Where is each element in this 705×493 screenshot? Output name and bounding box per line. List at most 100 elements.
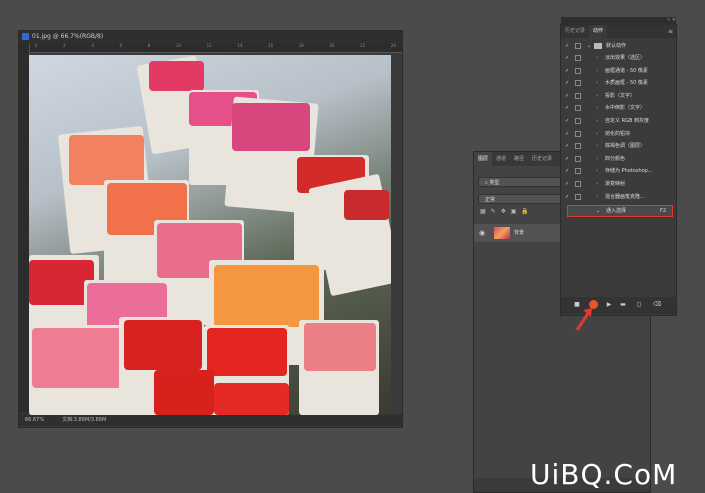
ruler-tick-label: 8 [147,43,151,48]
chevron-down-icon[interactable]: ⌄ [587,41,591,52]
dialog-toggle-icon[interactable] [575,155,581,162]
bouquet [344,190,389,220]
tab-channels[interactable]: 通道 [492,152,510,166]
ruler-tick-label: 10 [175,43,181,48]
bouquet [232,103,310,151]
tab-history[interactable]: 历史记录 [561,25,589,38]
ruler-tick-label: 4 [91,43,94,48]
action-item[interactable]: ✓ › 四分颜色 [561,154,676,165]
dialog-toggle-icon[interactable] [575,130,581,137]
action-item[interactable]: ✓ › 淡出效果（选区） [561,53,676,64]
chevron-right-icon[interactable]: › [596,78,598,89]
new-action-button[interactable]: ◻ [635,301,643,309]
play-button[interactable]: ▶ [605,301,613,309]
action-item[interactable]: ✓ › 混合器画笔克隆... [561,192,676,203]
dialog-toggle-icon[interactable] [575,92,581,99]
layer-name[interactable]: 背景 [514,224,524,242]
check-icon[interactable]: ✓ [565,55,570,61]
chevron-right-icon[interactable]: › [596,53,598,64]
check-icon[interactable]: ✓ [565,194,570,200]
bouquet [214,265,319,327]
dialog-toggle-icon[interactable] [575,80,581,87]
ruler-tick-label: 2 [63,43,66,48]
check-icon[interactable]: ✓ [565,80,570,86]
chevron-right-icon[interactable]: › [596,179,598,190]
check-icon[interactable]: ✓ [565,168,570,174]
tab-paths[interactable]: 路径 [510,152,528,166]
chevron-down-icon[interactable]: ⌄ [596,206,600,216]
dialog-toggle-icon[interactable] [575,67,581,74]
action-item-label: 自定义 RGB 到灰度 [605,118,649,124]
action-item[interactable]: ✓ › 熔化的铅块 [561,129,676,140]
check-icon[interactable]: ✓ [565,105,570,111]
panel-collapse-strip[interactable]: « ✕ [561,17,676,25]
document-size: 文档:3.86M/3.86M [62,417,107,423]
tab-actions[interactable]: 动作 [589,25,608,38]
actions-panel[interactable]: « ✕ 历史记录 动作 ≡ ✓ ⌄ 默认动作 ✓ › 淡出效果（选区） ✓ › 画框通道 -… [560,17,677,316]
action-item[interactable]: ✓ › 自定义 RGB 到灰度 [561,116,676,127]
folder-icon [594,43,602,49]
action-item[interactable]: ✓ › 水中倒影（文字） [561,103,676,114]
ruler-tick-label: 24 [390,43,396,48]
chevron-right-icon[interactable]: › [596,129,598,140]
ruler-tick-label: 22 [360,43,366,48]
chevron-right-icon[interactable]: › [596,91,598,102]
action-item[interactable]: ✓ › 渐变映射 [561,179,676,190]
chevron-right-icon[interactable]: › [596,103,598,114]
action-set-row[interactable]: ✓ ⌄ 默认动作 [561,41,676,52]
chevron-right-icon[interactable]: › [596,116,598,127]
search-icon: ⌕ [485,180,488,186]
document-tab[interactable]: 01.jpg @ 66.7%(RGB/8) [19,31,402,43]
action-item[interactable]: ✓ › 存储为 Photoshop... [561,166,676,177]
action-item[interactable]: ✓ › 木质画框 - 50 像素 [561,78,676,89]
tab-history[interactable]: 历史记录 [528,152,556,166]
chevron-right-icon[interactable]: › [596,166,598,177]
dialog-toggle-icon[interactable] [575,55,581,61]
dialog-toggle-icon[interactable] [575,118,581,124]
check-icon[interactable]: ✓ [565,143,570,149]
action-selected-row[interactable]: ⌄ 通入选择 F2 [567,205,673,217]
layer-thumbnail[interactable] [494,227,510,239]
dialog-toggle-icon[interactable] [575,168,581,175]
annotation-arrow [575,308,592,331]
horizontal-ruler[interactable]: 0 2 4 6 8 10 12 14 16 18 20 22 24 [29,43,402,53]
check-icon[interactable]: ✓ [565,118,570,124]
check-icon[interactable]: ✓ [565,156,570,162]
action-item-label: 存储为 Photoshop... [605,168,653,175]
zoom-level[interactable]: 66.67% [25,417,44,423]
action-item-label: 熔化的铅块 [605,130,631,137]
check-icon[interactable]: ✓ [565,68,570,74]
chevron-right-icon[interactable]: › [596,192,598,203]
check-icon[interactable]: ✓ [565,131,570,137]
status-bar: 66.67% 文档:3.86M/3.86M [19,414,402,426]
new-set-folder-icon[interactable]: ▬ [619,301,627,309]
tab-layers[interactable]: 图层 [474,152,493,166]
ruler-tick-label: 14 [237,43,243,48]
canvas-image[interactable] [29,55,391,415]
check-icon[interactable]: ✓ [565,93,570,99]
dialog-toggle-icon[interactable] [575,105,581,112]
action-item-label: 棕褐色调（图层） [605,143,646,150]
delete-trash-icon[interactable]: ⌫ [653,301,661,309]
dialog-toggle-icon[interactable] [575,143,581,150]
panel-menu-icon[interactable]: ≡ [668,25,673,38]
actions-tab-bar[interactable]: 历史记录 动作 [561,25,676,38]
chevron-right-icon[interactable]: › [596,141,598,152]
document-title: 01.jpg @ 66.7%(RGB/8) [32,33,104,40]
action-item[interactable]: ✓ › 投影（文字） [561,91,676,102]
action-item-label: 投影（文字） [605,92,636,99]
action-item[interactable]: ✓ › 画框通道 - 50 像素 [561,66,676,77]
dialog-toggle-icon[interactable] [575,181,581,187]
eye-icon[interactable]: ◉ [479,229,485,237]
dialog-toggle-icon[interactable] [575,193,581,200]
ruler-tick-label: 6 [119,43,123,48]
photoshop-doc-icon [22,33,29,40]
ruler-tick-label: 16 [268,43,274,48]
selected-action-name: 通入选择 [606,208,627,214]
action-item[interactable]: ✓ › 棕褐色调（图层） [561,141,676,152]
dialog-toggle-icon[interactable] [575,43,581,49]
check-icon[interactable]: ✓ [565,43,570,49]
check-icon[interactable]: ✓ [565,181,570,187]
chevron-right-icon[interactable]: › [596,66,598,77]
chevron-right-icon[interactable]: › [596,154,598,165]
